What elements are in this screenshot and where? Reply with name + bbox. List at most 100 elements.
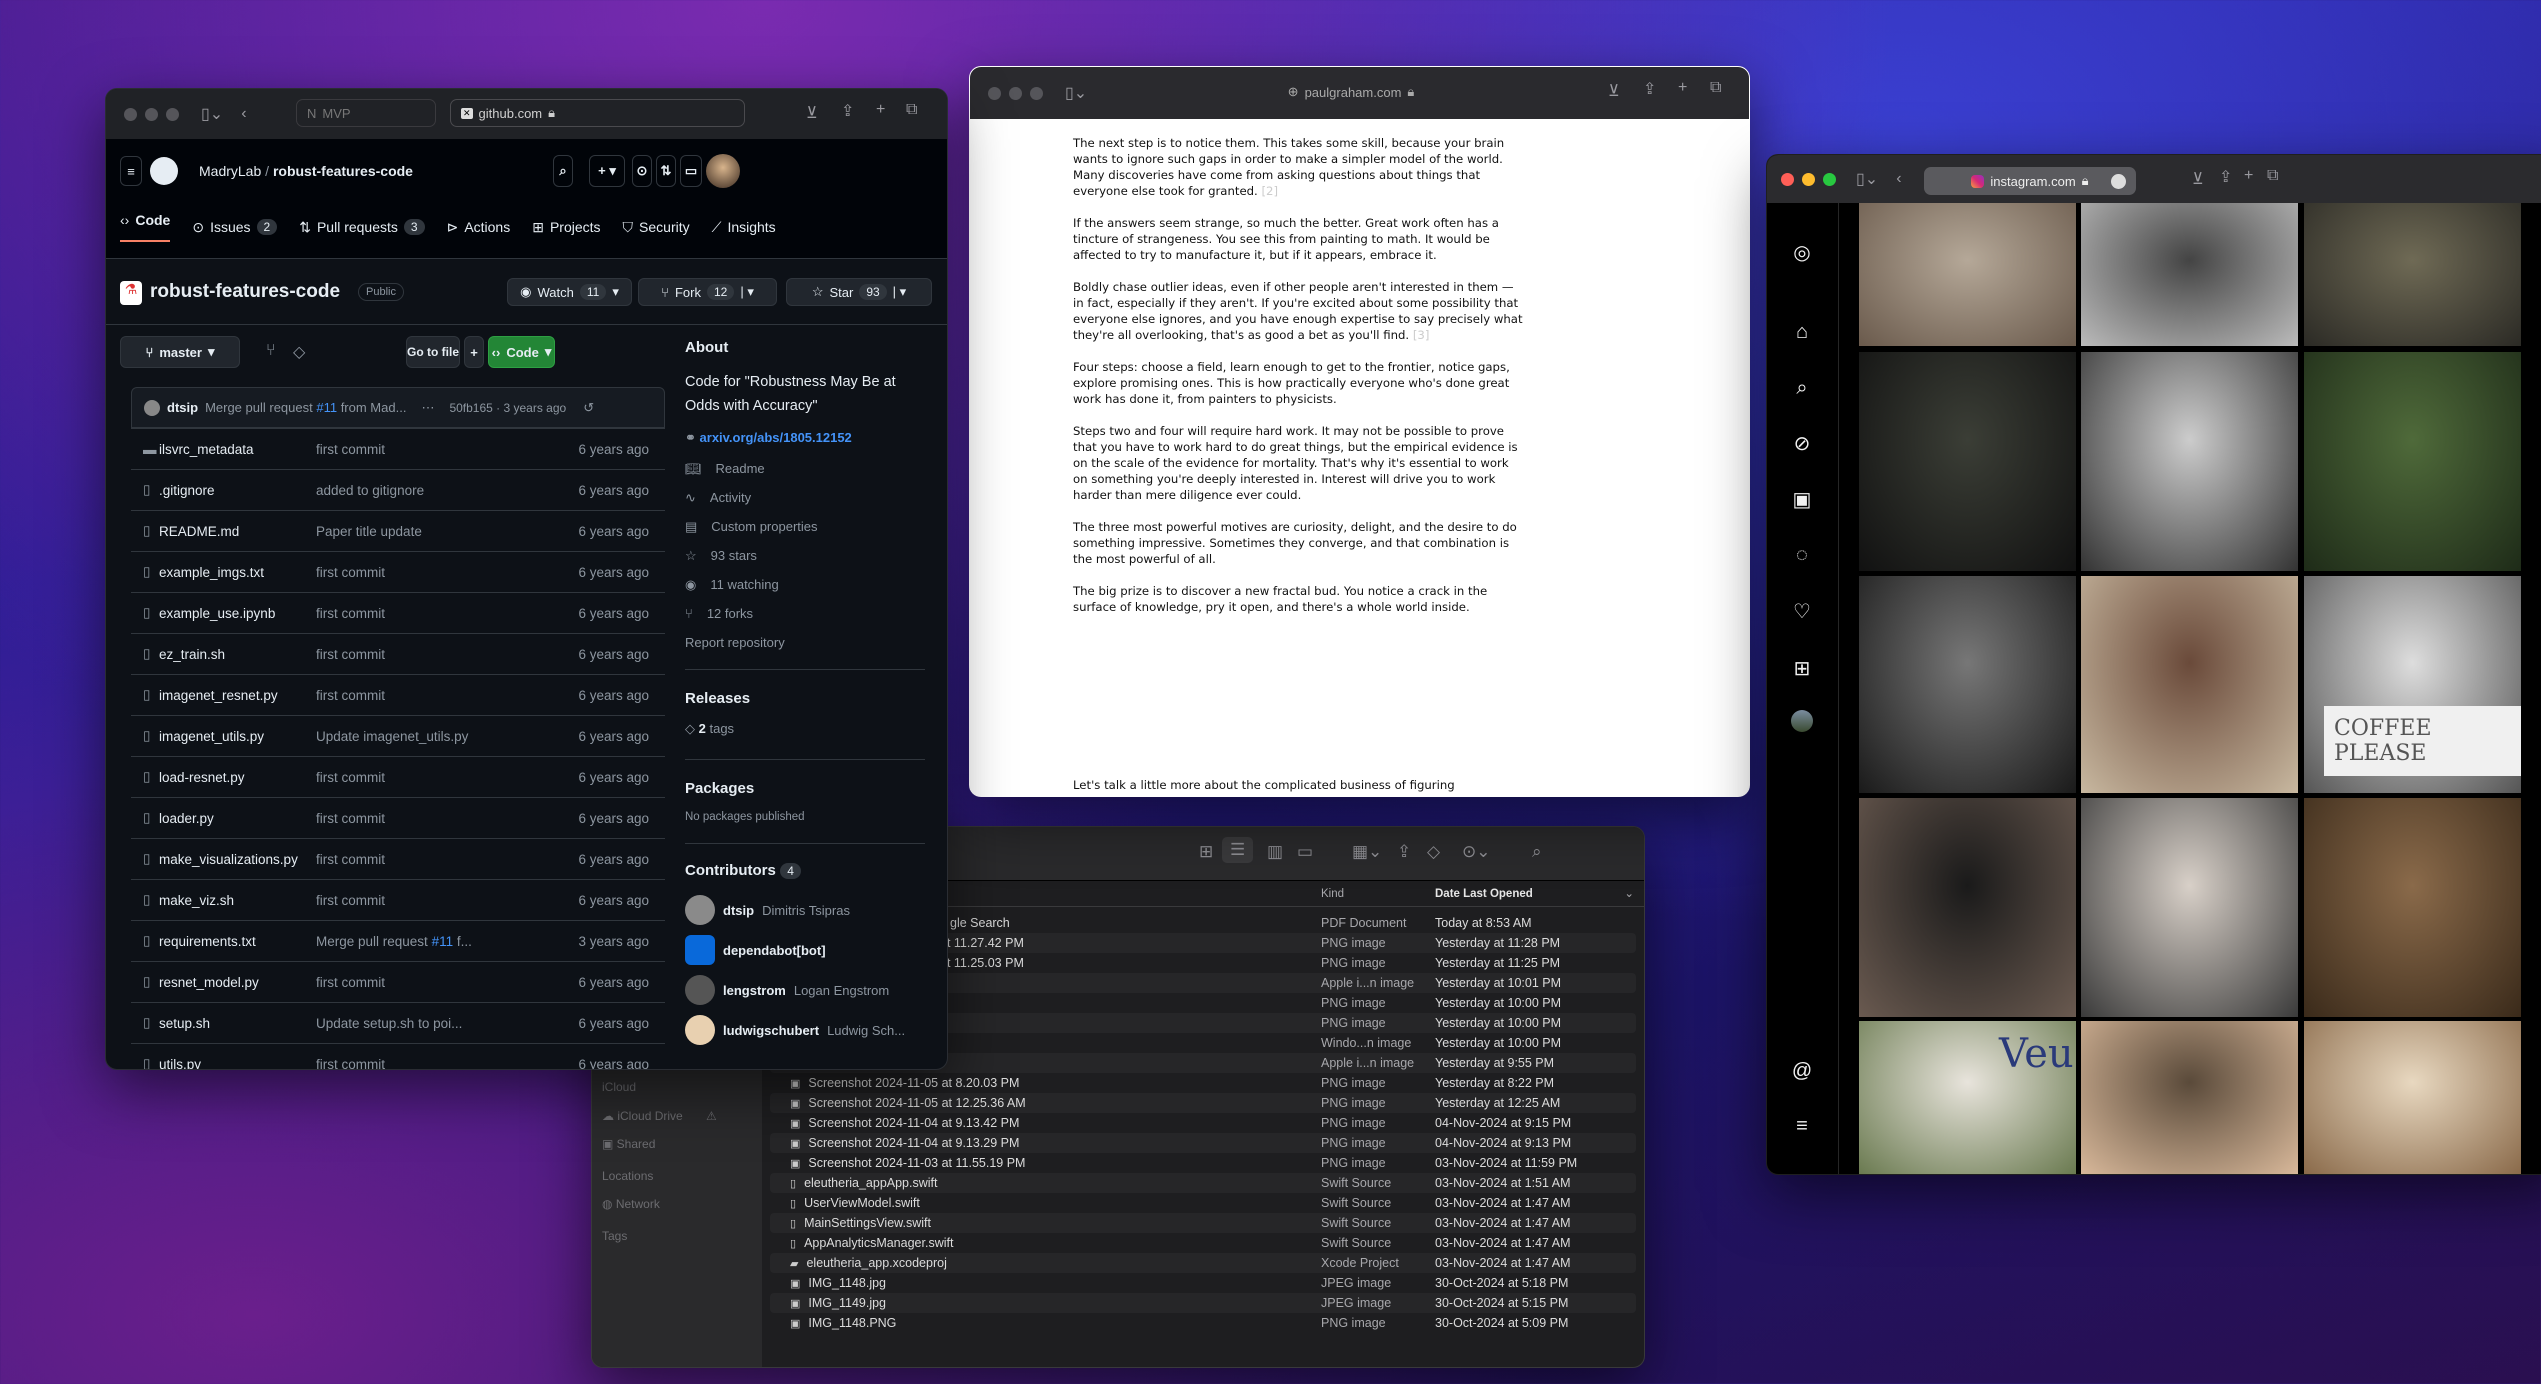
photo-tile[interactable] <box>1859 352 2076 571</box>
file-row[interactable]: ▯ .gitignore added to gitignore 6 years ago <box>131 469 665 510</box>
custom-properties-link[interactable]: ▤ Custom properties <box>685 512 925 541</box>
photo-tile[interactable]: Veu <box>1859 1021 2076 1174</box>
org-link[interactable]: MadryLab <box>199 163 261 179</box>
file-commit-message[interactable]: first commit <box>316 811 556 826</box>
hamburger-menu-button[interactable]: ≡ <box>120 156 142 186</box>
photo-tile[interactable] <box>1859 798 2076 1017</box>
explore-icon[interactable]: ⊘ <box>1789 430 1815 456</box>
photo-tile[interactable] <box>2304 798 2521 1017</box>
heart-icon[interactable]: ♡ <box>1789 598 1815 624</box>
address-bar[interactable]: instagram.com 🔒︎ <box>1924 167 2136 195</box>
file-row[interactable]: ▯ make_viz.sh first commit 6 years ago <box>131 879 665 920</box>
tab-insights[interactable]: ⟋ Insights <box>712 212 776 242</box>
file-commit-message[interactable]: first commit <box>316 1057 556 1070</box>
file-row[interactable]: ▯ ez_train.sh first commit 6 years ago <box>131 633 665 674</box>
photo-tile[interactable] <box>1859 203 2076 346</box>
go-to-file-button[interactable]: Go to file <box>406 336 460 368</box>
file-name[interactable]: ez_train.sh <box>159 647 225 662</box>
contributors-heading[interactable]: Contributors 4 <box>685 862 925 880</box>
contributor-item[interactable]: lengstrom Logan Engstrom <box>685 970 925 1010</box>
tab-issues[interactable]: ⊙ Issues 2 <box>192 212 278 242</box>
tags-icon[interactable]: ◇ <box>293 342 305 362</box>
readme-link[interactable]: 📖︎ Readme <box>685 454 925 483</box>
file-row[interactable]: ▯ make_visualizations.py first commit 6 yea… <box>131 838 665 879</box>
tab-overview-icon[interactable]: ⧉ <box>1710 79 1721 97</box>
inbox-button[interactable]: ▭ <box>680 155 702 187</box>
sidebar-item-network[interactable]: ◍ Network <box>602 1197 660 1211</box>
download-icon[interactable]: ⊻ <box>1608 81 1620 101</box>
branches-icon[interactable]: ⑂ <box>266 342 276 360</box>
sidebar-toggle-icon[interactable]: ▯⌄ <box>1856 169 1878 189</box>
forks-link[interactable]: ⑂ 12 forks <box>685 599 925 628</box>
file-commit-message[interactable]: first commit <box>316 565 556 580</box>
window-controls[interactable] <box>124 107 179 121</box>
search-icon[interactable]: ⌕ <box>1789 375 1815 401</box>
more-icon[interactable]: ⊙⌄ <box>1462 842 1491 862</box>
file-row[interactable]: ▯ example_imgs.txt first commit 6 years ago <box>131 551 665 592</box>
tab-projects[interactable]: ⊞ Projects <box>532 212 600 242</box>
kind-column-header[interactable]: Kind <box>1321 888 1344 900</box>
footnote-link[interactable]: [2] <box>1262 184 1279 198</box>
file-name[interactable]: ilsvrc_metadata <box>159 442 254 457</box>
file-name[interactable]: loader.py <box>159 811 214 826</box>
finder-file-row[interactable]: ▣ IMG_1148.jpg JPEG image 30-Oct-2024 at 5:… <box>770 1273 1636 1293</box>
file-name[interactable]: imagenet_resnet.py <box>159 688 278 703</box>
ellipsis-icon[interactable]: ⋯ <box>421 400 434 416</box>
window-controls[interactable] <box>988 86 1043 100</box>
file-name[interactable]: example_imgs.txt <box>159 565 264 580</box>
group-button[interactable]: ▦⌄ <box>1352 842 1382 862</box>
file-commit-message[interactable]: added to gitignore <box>316 483 556 498</box>
profile-avatar[interactable] <box>1791 710 1813 732</box>
sidebar-toggle-icon[interactable]: ▯⌄ <box>1065 83 1087 103</box>
finder-file-row[interactable]: ▯ AppAnalyticsManager.swift Swift Source 03… <box>770 1233 1636 1253</box>
tags-link[interactable]: ◇ 2 tags <box>685 721 925 737</box>
menu-icon[interactable]: ≡ <box>1789 1113 1815 1139</box>
commit-message[interactable]: Merge pull request #11 from Mad... <box>205 400 406 415</box>
file-row[interactable]: ▯ load-resnet.py first commit 6 years ago <box>131 756 665 797</box>
finder-file-row[interactable]: ▯ UserViewModel.swift Swift Source 03-Nov-2… <box>770 1193 1636 1213</box>
code-dropdown-button[interactable]: ‹› Code ▾ <box>488 336 555 368</box>
file-name[interactable]: make_visualizations.py <box>159 852 298 867</box>
commit-author[interactable]: dtsip <box>167 400 198 415</box>
file-name[interactable]: utils.py <box>159 1057 201 1070</box>
back-icon[interactable]: ‹ <box>1896 170 1901 188</box>
search-button[interactable]: ⌕ <box>553 155 573 187</box>
address-bar[interactable]: ✕ github.com 🔒︎ <box>450 99 745 127</box>
contributor-item[interactable]: dependabot[bot] <box>685 930 925 970</box>
file-row[interactable]: ▯ loader.py first commit 6 years ago <box>131 797 665 838</box>
more-icon[interactable] <box>2111 173 2126 189</box>
file-name[interactable]: load-resnet.py <box>159 770 245 785</box>
home-icon[interactable]: ⌂ <box>1789 319 1815 345</box>
finder-file-row[interactable]: ▣ Screenshot 2024-11-05 at 12.25.36 AM PNG… <box>770 1093 1636 1113</box>
finder-file-row[interactable]: ▣ Screenshot 2024-11-04 at 9.13.29 PM PNG … <box>770 1133 1636 1153</box>
download-icon[interactable]: ⊻ <box>806 103 818 123</box>
photo-tile[interactable]: COFFEE PLEASE <box>2304 576 2521 793</box>
tab-security[interactable]: ⛉ Security <box>623 212 690 242</box>
fork-button[interactable]: ⑂ Fork 12 | ▾ <box>638 278 777 306</box>
create-new-button[interactable]: + ▾ <box>589 155 625 187</box>
report-repository-link[interactable]: Report repository <box>685 628 925 657</box>
file-row[interactable]: ▯ README.md Paper title update 6 years ago <box>131 510 665 551</box>
history-icon[interactable]: ↺ <box>583 400 594 416</box>
finder-file-row[interactable]: ▣ IMG_1148.PNG PNG image 30-Oct-2024 at 5:0… <box>770 1313 1636 1333</box>
file-row[interactable]: ▯ example_use.ipynb first commit 6 years ag… <box>131 592 665 633</box>
new-tab-icon[interactable]: + <box>876 101 885 119</box>
file-row[interactable]: ▯ resnet_model.py first commit 6 years ago <box>131 961 665 1002</box>
file-name[interactable]: requirements.txt <box>159 934 256 949</box>
photo-tile[interactable] <box>2304 1021 2521 1174</box>
file-commit-message[interactable]: first commit <box>316 606 556 621</box>
share-icon[interactable]: ⇪ <box>841 101 854 121</box>
website-link[interactable]: ⚭ arxiv.org/abs/1805.12152 <box>685 430 925 446</box>
file-name[interactable]: example_use.ipynb <box>159 606 275 621</box>
contributor-item[interactable]: dtsip Dimitris Tsipras <box>685 890 925 930</box>
file-commit-message[interactable]: Paper title update <box>316 524 556 539</box>
tab-code[interactable]: ‹› Code <box>120 212 171 242</box>
download-icon[interactable]: ⊻ <box>2192 169 2204 189</box>
create-icon[interactable]: ⊞ <box>1789 655 1815 681</box>
finder-file-row[interactable]: ▣ Screenshot 2024-11-04 at 9.13.42 PM PNG … <box>770 1113 1636 1133</box>
new-tab-icon[interactable]: + <box>1678 79 1687 97</box>
photo-tile[interactable] <box>2081 352 2298 571</box>
stars-link[interactable]: ☆ 93 stars <box>685 541 925 570</box>
window-controls[interactable] <box>1781 172 1836 186</box>
releases-heading[interactable]: Releases <box>685 690 925 707</box>
